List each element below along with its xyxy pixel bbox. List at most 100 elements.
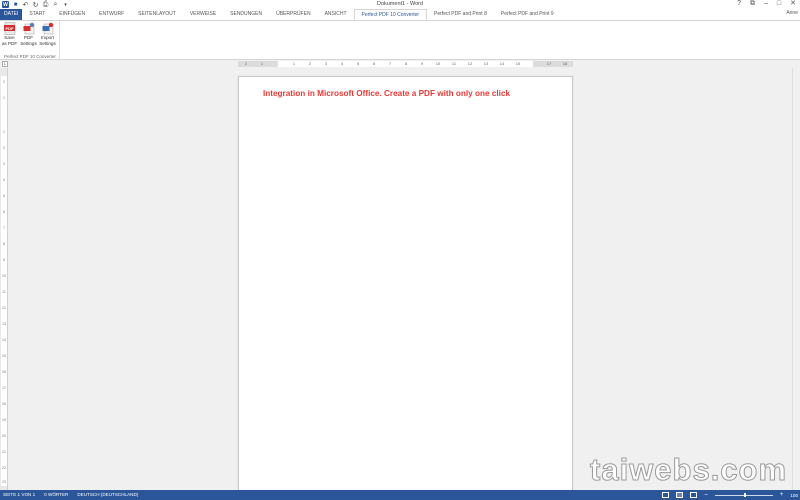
vruler-label: 1: [3, 96, 5, 100]
import-settings-label-2: Settings: [39, 40, 56, 46]
tab-perfect-pdf-10-converter[interactable]: Perfect PDF 10 Converter: [353, 9, 428, 20]
pdf-settings-icon: [23, 22, 34, 35]
horizontal-ruler[interactable]: 2 1 1 2 3 4 5 6 7 8 9 10 11 12 13 14 15 …: [238, 61, 573, 67]
vruler-label: 11: [2, 290, 6, 294]
vruler-label: 1: [3, 130, 5, 134]
document-headline[interactable]: Integration in Microsoft Office. Create …: [263, 89, 510, 98]
vertical-ruler-text-area: [1, 76, 7, 486]
word-count[interactable]: 0 WÖRTER: [44, 490, 68, 500]
ruler-label: 4: [340, 61, 344, 66]
zoom-thumb[interactable]: [743, 493, 746, 497]
vruler-label: 21: [2, 450, 6, 454]
ruler-label: 10: [435, 61, 441, 66]
tab-seitenlayout[interactable]: SEITENLAYOUT: [131, 9, 183, 20]
tab-entwurf[interactable]: ENTWURF: [92, 9, 131, 20]
vruler-label: 17: [2, 386, 6, 390]
vruler-label: 5: [3, 194, 5, 198]
ruler-label: 7: [388, 61, 392, 66]
vruler-label: 10: [2, 274, 6, 278]
title-bar: W ■ ↶ ↻ ⎙ ⌕ ▾ Dokument1 - Word ? ⧉ – □ ✕: [0, 0, 800, 9]
save-as-pdf-button[interactable]: PDF Save as PDF: [0, 22, 19, 46]
watermark: taiwebs.com: [589, 452, 788, 488]
document-page[interactable]: Integration in Microsoft Office. Create …: [238, 76, 573, 500]
maximize-icon[interactable]: □: [777, 0, 781, 8]
vruler-label: 2: [3, 80, 5, 84]
pdf-settings-label-2: Settings: [20, 40, 37, 46]
window-title: Dokument1 - Word: [376, 1, 424, 7]
close-icon[interactable]: ✕: [790, 0, 796, 8]
horizontal-ruler-row: L 2 1 1 2 3 4 5 6 7 8 9 10 11 12 13 14 1…: [0, 60, 800, 68]
vruler-label: 20: [2, 434, 6, 438]
vruler-label: 22: [2, 466, 6, 470]
minimize-icon[interactable]: –: [764, 0, 768, 8]
vruler-label: 2: [3, 146, 5, 150]
ruler-label: 12: [467, 61, 473, 66]
zoom-level[interactable]: 100: [790, 493, 798, 498]
import-settings-icon: [42, 22, 53, 35]
ruler-label: 1: [260, 61, 264, 66]
window-controls: ? ⧉ – □ ✕: [737, 0, 796, 8]
language-status[interactable]: DEUTSCH (DEUTSCHLAND): [77, 490, 138, 500]
vruler-label: 15: [2, 354, 6, 358]
vertical-scrollbar[interactable]: [792, 68, 800, 490]
web-layout-icon[interactable]: [690, 492, 698, 498]
ribbon-group-perfect-pdf: PDF Save as PDF PDF Settings Import Sett…: [0, 21, 60, 60]
tab-verweise[interactable]: VERWEISE: [183, 9, 223, 20]
save-as-pdf-label-2: as PDF: [1, 40, 18, 46]
tab-perfect-pdf-and-print-9[interactable]: Perfect PDF and Print 9: [494, 9, 561, 20]
document-area: Integration in Microsoft Office. Create …: [8, 68, 800, 500]
page-count[interactable]: SEITE 1 VON 1: [3, 490, 35, 500]
zoom-in-button[interactable]: +: [780, 490, 784, 500]
vruler-label: 4: [3, 178, 5, 182]
vruler-label: 7: [3, 226, 5, 230]
ruler-label: 6: [372, 61, 376, 66]
vruler-label: 12: [2, 306, 6, 310]
ribbon-tabs: DATEI START EINFÜGEN ENTWURF SEITENLAYOU…: [0, 9, 800, 21]
pdf-document-icon: PDF: [3, 22, 15, 35]
tab-start[interactable]: START: [22, 9, 52, 20]
ruler-label: 1: [292, 61, 296, 66]
tab-datei[interactable]: DATEI: [0, 9, 23, 20]
tab-selector[interactable]: L: [2, 61, 8, 67]
vruler-label: 18: [2, 402, 6, 406]
tab-einfuegen[interactable]: EINFÜGEN: [52, 9, 92, 20]
print-layout-icon[interactable]: [676, 492, 684, 498]
ruler-label: 13: [483, 61, 489, 66]
ruler-label: 18: [562, 61, 568, 66]
ruler-label: 15: [515, 61, 521, 66]
ruler-label: 9: [420, 61, 424, 66]
vertical-ruler[interactable]: 2 1 1 2 3 4 5 6 7 8 9 10 11 12 13 14 15 …: [0, 68, 8, 490]
ruler-label: 17: [546, 61, 552, 66]
vruler-label: 9: [3, 258, 5, 262]
ruler-label: 2: [308, 61, 312, 66]
ruler-label: 14: [499, 61, 505, 66]
ruler-label: 2: [244, 61, 248, 66]
ribbon-display-icon[interactable]: ⧉: [750, 0, 755, 8]
user-name[interactable]: Anne: [786, 10, 798, 16]
vruler-label: 14: [2, 338, 6, 342]
tab-ansicht[interactable]: ANSICHT: [318, 9, 354, 20]
tab-sendungen[interactable]: SENDUNGEN: [223, 9, 269, 20]
status-bar: SEITE 1 VON 1 0 WÖRTER DEUTSCH (DEUTSCHL…: [0, 490, 800, 500]
vruler-label: 16: [2, 370, 6, 374]
ruler-label: 11: [451, 61, 457, 66]
vruler-label: 13: [2, 322, 6, 326]
tab-perfect-pdf-and-print-8[interactable]: Perfect PDF and Print 8: [427, 9, 494, 20]
import-settings-button[interactable]: Import Settings: [38, 22, 57, 46]
ruler-label: 8: [404, 61, 408, 66]
zoom-out-button[interactable]: –: [704, 490, 707, 500]
pdf-settings-button[interactable]: PDF Settings: [19, 22, 38, 46]
vruler-label: 8: [3, 242, 5, 246]
vruler-label: 23: [2, 480, 6, 484]
ruler-label: 3: [324, 61, 328, 66]
ribbon-group-label: Perfect PDF 10 Converter: [4, 54, 56, 59]
read-mode-icon[interactable]: [662, 492, 670, 498]
ruler-label: 5: [356, 61, 360, 66]
svg-text:PDF: PDF: [5, 26, 14, 31]
help-icon[interactable]: ?: [737, 0, 741, 8]
vruler-label: 6: [3, 210, 5, 214]
vruler-label: 19: [2, 418, 6, 422]
ribbon: PDF Save as PDF PDF Settings Import Sett…: [0, 21, 800, 60]
tab-ueberpruefen[interactable]: ÜBERPRÜFEN: [269, 9, 317, 20]
zoom-slider[interactable]: [714, 492, 773, 498]
